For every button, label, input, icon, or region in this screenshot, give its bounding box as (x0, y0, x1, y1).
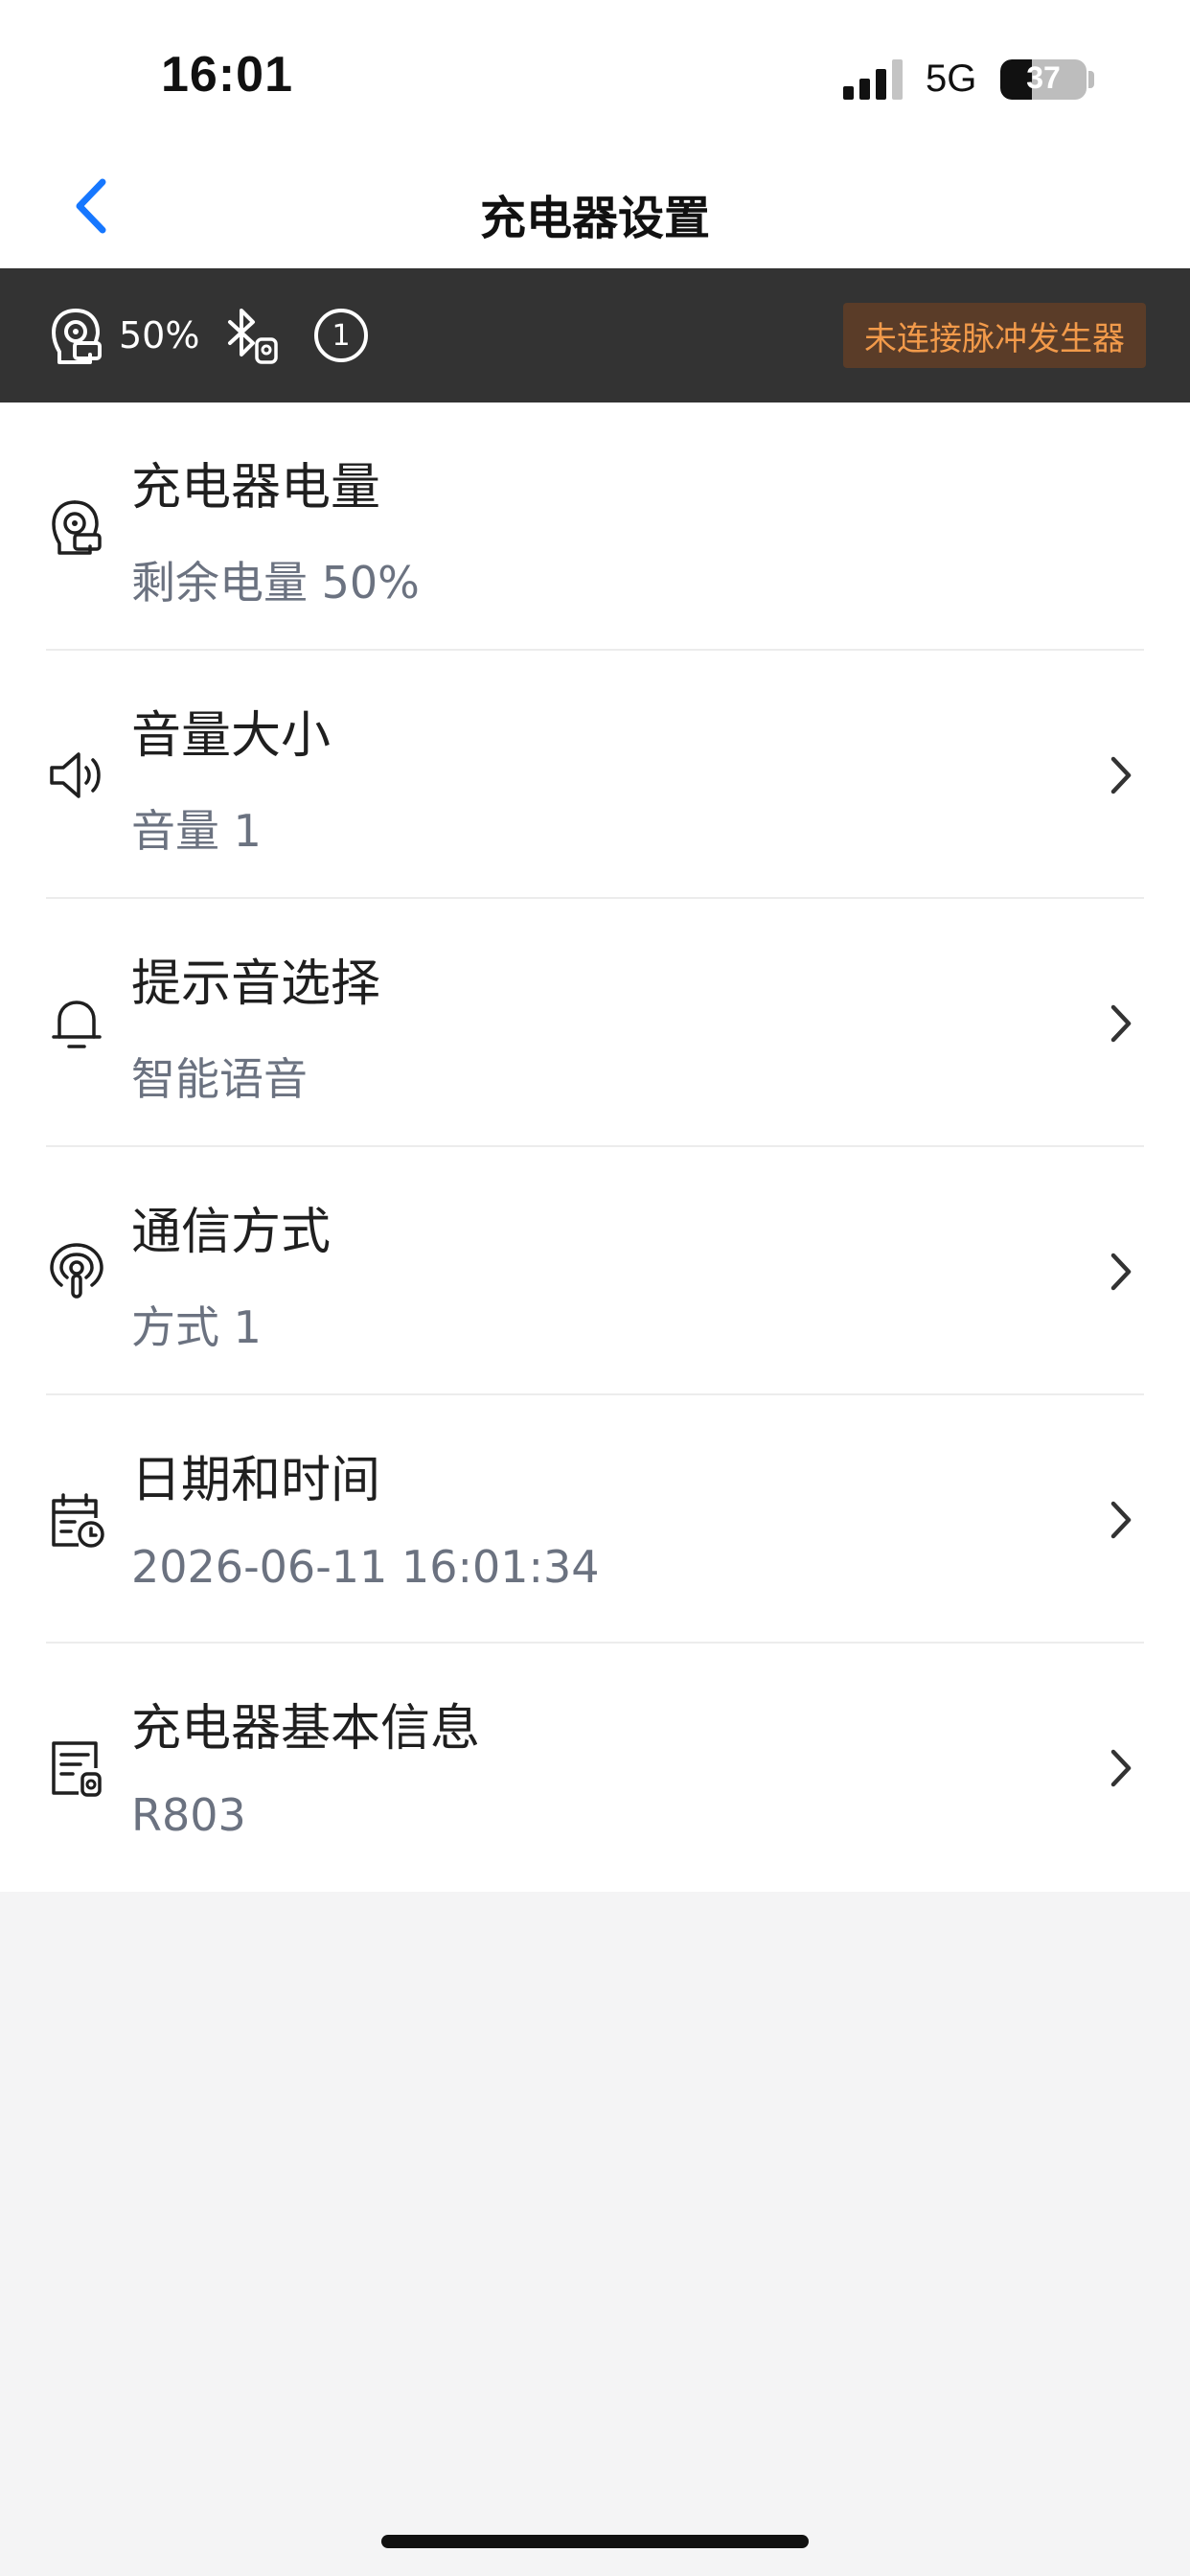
item-title: 日期和时间 (131, 1452, 381, 1509)
device-battery-pct: 50% (119, 314, 200, 356)
list-item-prompt-tone[interactable]: 提示音选择 智能语音 (0, 899, 1190, 1147)
item-title: 充电器基本信息 (131, 1700, 481, 1758)
item-subtitle: 剩余电量 50% (131, 557, 420, 609)
chevron-right-icon (1110, 1253, 1132, 1291)
status-bar: 16:01 5G 37 (0, 0, 1190, 144)
chevron-right-icon (1110, 756, 1132, 794)
chevron-right-icon (1110, 1749, 1132, 1787)
item-subtitle: 方式 1 (131, 1301, 262, 1353)
list-item-charger-battery: 充电器电量 剩余电量 50% (0, 402, 1190, 651)
item-subtitle: 智能语音 (131, 1053, 308, 1105)
item-title: 提示音选择 (131, 955, 381, 1013)
item-subtitle: R803 (131, 1789, 246, 1841)
list-item-communication[interactable]: 通信方式 方式 1 (0, 1147, 1190, 1395)
speaker-icon (50, 752, 101, 798)
battery-tip (1088, 71, 1094, 88)
battery-icon: 37 (1000, 59, 1087, 100)
home-indicator[interactable] (381, 2535, 809, 2548)
item-title: 音量大小 (131, 707, 332, 765)
list-item-charger-info[interactable]: 充电器基本信息 R803 (0, 1644, 1190, 1892)
calendar-clock-icon (52, 1493, 104, 1548)
charger-icon (52, 309, 102, 364)
antenna-icon (50, 1243, 103, 1299)
item-title: 通信方式 (131, 1204, 332, 1261)
charger-icon (52, 500, 102, 555)
channel-number: 1 (332, 319, 350, 353)
network-label: 5G (926, 58, 977, 100)
status-time: 16:01 (161, 47, 293, 103)
bell-icon (52, 1000, 102, 1048)
nav-bar: 充电器设置 (0, 144, 1190, 268)
channel-number-icon: 1 (314, 309, 368, 362)
bluetooth-device-icon (228, 309, 278, 364)
battery-level: 37 (1026, 60, 1061, 95)
settings-list: 充电器电量 剩余电量 50% 音量大小 音量 1 提示音选择 智能语音 通信方式… (0, 402, 1190, 1892)
item-title: 充电器电量 (131, 459, 381, 517)
item-subtitle: 音量 1 (131, 805, 262, 857)
list-item-date-time[interactable]: 日期和时间 2026-06-11 16:01:34 (0, 1395, 1190, 1644)
device-info-icon (52, 1741, 102, 1797)
page-title: 充电器设置 (479, 192, 710, 245)
chevron-right-icon (1110, 1004, 1132, 1043)
item-subtitle: 2026-06-11 16:01:34 (131, 1541, 600, 1593)
warning-badge: 未连接脉冲发生器 (843, 303, 1146, 368)
chevron-right-icon (1110, 1501, 1132, 1539)
list-item-volume[interactable]: 音量大小 音量 1 (0, 651, 1190, 899)
screen: 16:01 5G 37 充电器设置 50% 1 未连接脉冲发生器 充电器电量 剩… (0, 0, 1190, 2576)
device-status-bar: 50% 1 未连接脉冲发生器 (0, 268, 1190, 402)
signal-icon (843, 59, 903, 100)
